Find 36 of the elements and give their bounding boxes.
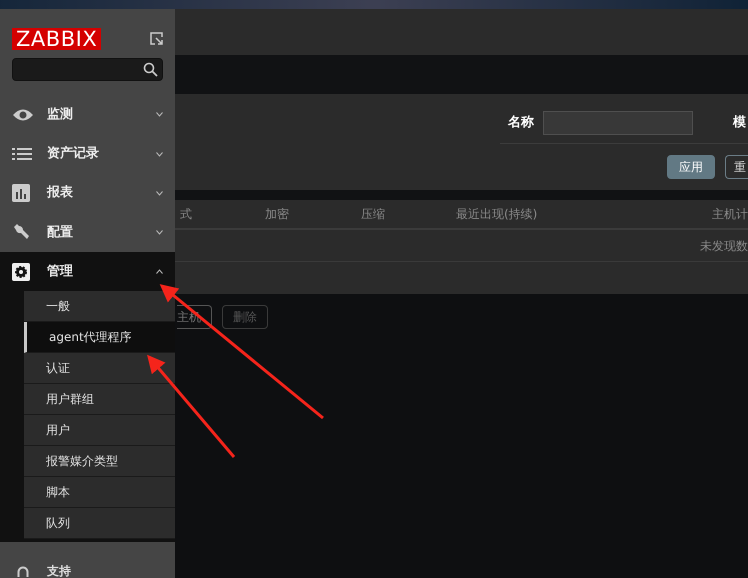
reset-button[interactable]: 重 — [725, 155, 748, 179]
chevron-down-icon — [156, 152, 163, 157]
column-header[interactable]: 最近出现(持续) — [456, 205, 712, 223]
submenu-item[interactable]: 认证 — [24, 353, 175, 384]
menu-item[interactable]: 管理 — [0, 252, 175, 292]
support-link[interactable]: 支持 — [47, 564, 71, 578]
chevron-down-icon — [156, 112, 163, 118]
chevron-up-icon — [156, 269, 163, 274]
gear-icon — [12, 262, 30, 281]
collapse-icon[interactable] — [150, 32, 163, 46]
column-header[interactable]: 式 — [175, 205, 265, 223]
eye-icon — [12, 108, 34, 122]
zabbix-logo[interactable]: ZABBIX — [12, 28, 102, 50]
submenu-item[interactable]: 队列 — [24, 508, 175, 540]
search-field[interactable] — [12, 58, 163, 82]
submenu-item[interactable]: 脚本 — [24, 477, 175, 508]
search-icon — [143, 62, 158, 78]
headset-icon — [17, 566, 29, 578]
chevron-down-icon — [156, 190, 163, 196]
list-icon — [12, 147, 32, 162]
empty-message: 未发现数 — [700, 238, 748, 254]
chevron-down-icon — [156, 230, 163, 235]
column-header[interactable]: 主机计 — [712, 205, 748, 223]
field-label: 模 — [733, 114, 746, 132]
column-header[interactable]: 加密 — [265, 205, 361, 223]
submenu-item[interactable]: 报警媒介类型 — [24, 446, 175, 478]
apply-button[interactable]: 应用 — [667, 155, 715, 179]
submenu-item[interactable]: agent代理程序 — [24, 322, 175, 354]
submenu-item[interactable]: 用户 — [24, 415, 175, 446]
submenu-item[interactable]: 用户群组 — [24, 384, 175, 416]
bar-chart-icon — [12, 184, 30, 202]
name-field[interactable] — [543, 111, 693, 135]
field-label: 名称 — [508, 114, 534, 132]
submenu-item[interactable]: 一般 — [24, 291, 175, 322]
wrench-icon — [12, 223, 30, 242]
column-header[interactable]: 压缩 — [361, 205, 456, 223]
